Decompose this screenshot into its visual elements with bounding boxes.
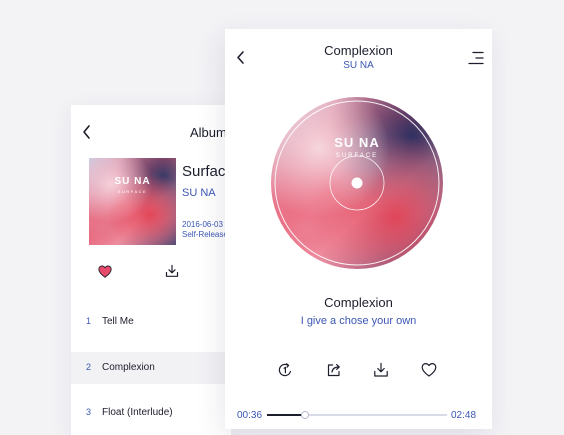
track-number: 1	[86, 316, 92, 326]
track-name: Float (Interlude)	[102, 407, 173, 418]
now-playing-artist[interactable]: SU NA	[225, 60, 492, 71]
album-header-title: Album	[190, 125, 227, 140]
back-chevron-icon[interactable]	[80, 124, 92, 140]
cover-artist-text: SU NA	[114, 176, 151, 187]
album-view-panel: Album SU NA SURFACE Surface SU NA 2016-0…	[71, 105, 231, 435]
track-row[interactable]: 3 Float (Interlude)	[71, 397, 231, 429]
share-icon[interactable]	[326, 362, 342, 378]
heart-outline-icon[interactable]	[421, 362, 437, 378]
player-panel: Complexion SU NA SU NA SURFACE Complexio…	[225, 29, 492, 429]
album-cover-art[interactable]: SU NA SURFACE	[89, 158, 176, 245]
disc-title-text: SURFACE	[335, 153, 379, 159]
album-release-date: 2016-06-03	[182, 220, 223, 229]
cover-title-text: SURFACE	[117, 189, 148, 194]
album-title: Surface	[182, 163, 231, 180]
track-row-selected[interactable]: 2 Complexion	[71, 352, 231, 384]
track-name: Tell Me	[102, 316, 134, 327]
song-title: Complexion	[324, 295, 393, 310]
heart-filled-icon[interactable]	[98, 265, 112, 278]
time-total: 02:48	[451, 410, 477, 421]
vinyl-disc[interactable]: SU NA SURFACE	[271, 97, 443, 269]
repeat-one-icon[interactable]	[277, 362, 293, 378]
progress-bar[interactable]	[267, 411, 447, 419]
album-artist-link[interactable]: SU NA	[182, 187, 216, 199]
disc-artist-text: SU NA	[334, 135, 380, 150]
progress-fill	[267, 414, 305, 416]
track-number: 2	[86, 362, 92, 372]
now-playing-title: Complexion	[324, 43, 393, 58]
time-elapsed: 00:36	[237, 410, 263, 421]
track-number: 3	[86, 407, 92, 417]
download-icon[interactable]	[373, 362, 389, 378]
download-icon[interactable]	[165, 264, 179, 278]
album-label: Self-Released	[182, 230, 231, 239]
disc-rings-decoration	[274, 100, 440, 266]
menu-icon[interactable]	[468, 50, 484, 66]
track-row[interactable]: 1 Tell Me	[71, 306, 231, 338]
track-name: Complexion	[102, 362, 155, 373]
song-lyric-line: I give a chose your own	[300, 315, 417, 327]
progress-knob[interactable]	[300, 411, 309, 419]
